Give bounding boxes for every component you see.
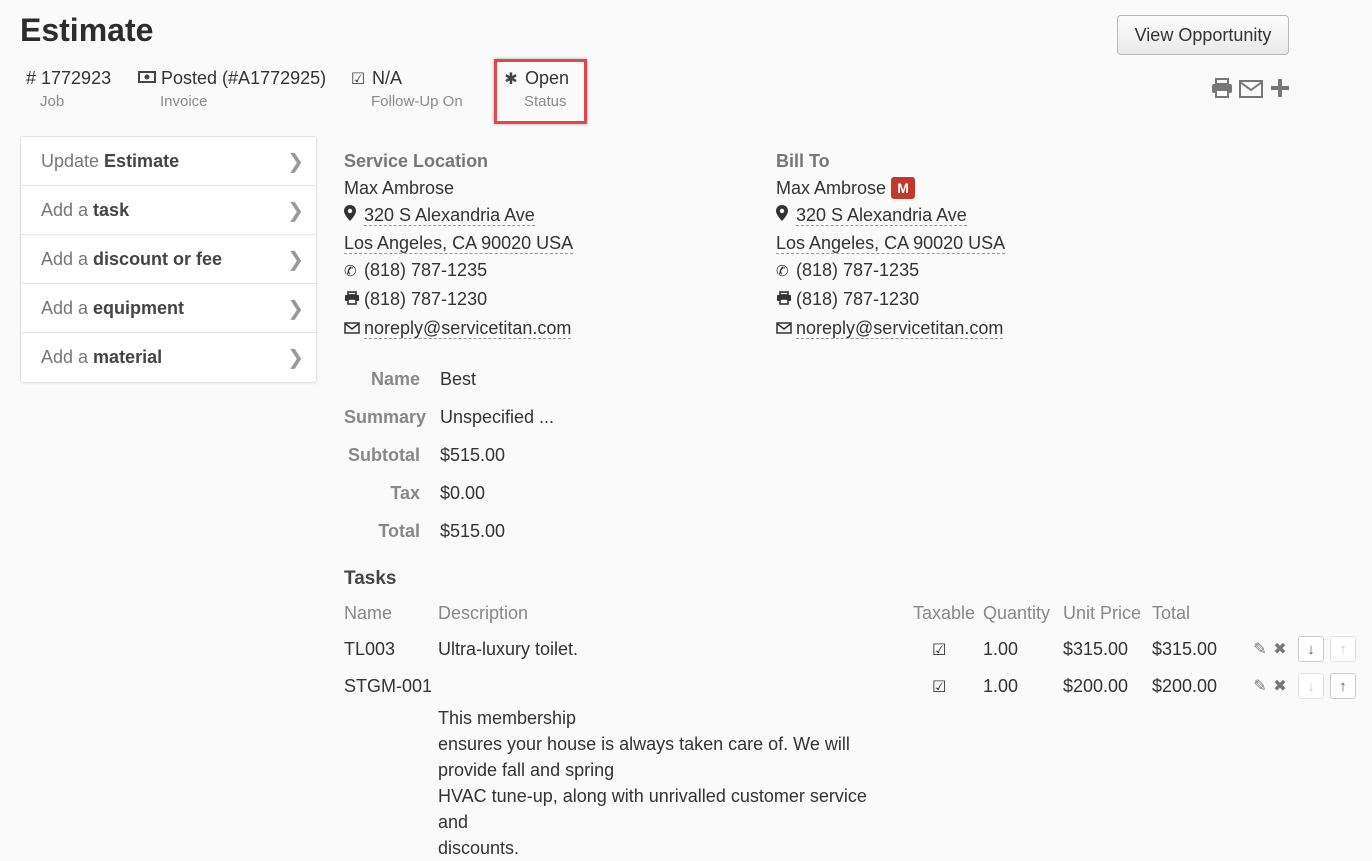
service-phone: (818) 787-1235 [364, 260, 488, 281]
summary-label: Summary [344, 406, 427, 427]
row-actions: ✎ ✖ ↓ ↑ [1252, 673, 1356, 699]
check-square-icon: ☑ [932, 679, 947, 696]
check-square-icon: ☑ [932, 642, 947, 659]
summary-value: Unspecified ... [440, 406, 555, 427]
envelope-icon [344, 317, 364, 344]
bill-to-name: Max Ambrose [776, 177, 887, 198]
bill-city-link[interactable]: Los Angeles, CA 90020 USA [776, 233, 1006, 255]
task-unit-price: $315.00 [1063, 639, 1129, 659]
task-quantity: 1.00 [983, 639, 1019, 659]
arrow-up-icon: ↑ [1339, 640, 1347, 658]
column-header-unit-price: Unit Price [1063, 603, 1142, 623]
task-name: STGM-001 [344, 676, 433, 696]
bill-to-heading: Bill To [776, 151, 830, 171]
tax-label: Tax [390, 482, 420, 503]
column-header-quantity: Quantity [983, 603, 1051, 623]
arrow-down-icon: ↓ [1307, 677, 1315, 695]
member-badge: M [891, 176, 916, 199]
name-value: Best [440, 368, 477, 389]
phone-icon: ✆ [776, 263, 789, 281]
money-icon [138, 70, 156, 89]
tasks-heading: Tasks [344, 568, 397, 589]
move-up-button[interactable]: ↑ [1330, 673, 1356, 699]
service-location: Service Location Max Ambrose 320 S Alexa… [344, 148, 574, 344]
column-header-taxable: Taxable [913, 603, 976, 623]
sidebar-item-add-task[interactable]: Add a task ❯ [21, 186, 316, 235]
job-label: Job [40, 93, 65, 110]
bill-street-link[interactable]: 320 S Alexandria Ave [796, 204, 967, 226]
task-name: TL003 [344, 639, 396, 659]
bill-to: Bill To Max Ambrose M 320 S Alexandria A… [776, 148, 1006, 344]
remove-icon[interactable]: ✖ [1272, 639, 1288, 659]
followup-value[interactable]: N/A [372, 68, 402, 88]
task-description: This membership ensures your house is al… [438, 708, 867, 858]
invoice-label: Invoice [160, 93, 208, 110]
invoice-value[interactable]: Posted (#A1772925) [161, 68, 326, 88]
chevron-right-icon: ❯ [287, 150, 304, 173]
view-opportunity-button[interactable]: View Opportunity [1117, 15, 1289, 55]
row-actions: ✎ ✖ ↓ ↑ [1252, 636, 1356, 662]
arrow-up-icon: ↑ [1339, 677, 1347, 695]
tax-value: $0.00 [440, 482, 486, 503]
service-street-link[interactable]: 320 S Alexandria Ave [364, 204, 535, 226]
map-marker-icon [776, 204, 796, 231]
estimate-summary: Name Best Summary Unspecified ... Subtotal… [344, 360, 554, 550]
status-highlight-box [494, 59, 587, 124]
bill-email-link[interactable]: noreply@servicetitan.com [796, 317, 1004, 339]
service-location-heading: Service Location [344, 151, 489, 171]
sidebar-item-add-discount[interactable]: Add a discount or fee ❯ [21, 235, 316, 284]
subtotal-label: Subtotal [348, 444, 420, 465]
task-quantity: 1.00 [983, 676, 1019, 696]
pencil-icon[interactable]: ✎ [1252, 676, 1268, 696]
chevron-right-icon: ❯ [287, 248, 304, 271]
plus-icon[interactable] [1268, 78, 1292, 104]
page-title: Estimate [20, 12, 154, 48]
sidebar-item-add-material[interactable]: Add a material ❯ [21, 333, 316, 382]
phone-icon: ✆ [344, 263, 357, 281]
column-header-description: Description [438, 603, 529, 623]
total-value: $515.00 [440, 520, 506, 541]
bill-fax: (818) 787-1230 [796, 288, 920, 309]
chevron-right-icon: ❯ [287, 347, 304, 369]
job-meta[interactable]: # 1772923 Job [26, 68, 111, 110]
task-description: Ultra-luxury toilet. [438, 639, 579, 659]
move-down-button[interactable]: ↓ [1298, 636, 1324, 662]
check-square-icon: ☑ [350, 71, 366, 88]
total-label: Total [378, 520, 420, 541]
name-label: Name [370, 368, 420, 389]
move-down-button[interactable]: ↓ [1298, 673, 1324, 699]
map-marker-icon [344, 204, 364, 231]
envelope-icon [776, 317, 796, 344]
service-location-name: Max Ambrose [344, 177, 455, 198]
service-fax: (818) 787-1230 [364, 288, 488, 309]
pencil-icon[interactable]: ✎ [1252, 639, 1268, 659]
fax-icon [776, 288, 796, 315]
fax-icon [344, 288, 364, 315]
column-header-name: Name [344, 603, 393, 623]
task-total: $200.00 [1152, 676, 1218, 696]
sidebar-item-update-estimate[interactable]: Update Estimate ❯ [21, 137, 316, 186]
task-total: $315.00 [1152, 639, 1218, 659]
action-sidebar: Update Estimate ❯ Add a task ❯ Add a dis… [20, 136, 317, 383]
envelope-icon[interactable] [1239, 78, 1263, 104]
chevron-right-icon: ❯ [287, 199, 304, 222]
move-up-button[interactable]: ↑ [1330, 636, 1356, 662]
job-number[interactable]: # 1772923 [26, 68, 111, 89]
sidebar-item-add-equipment[interactable]: Add a equipment ❯ [21, 284, 316, 333]
arrow-down-icon: ↓ [1307, 640, 1315, 658]
subtotal-value: $515.00 [440, 444, 506, 465]
top-actions [1210, 78, 1292, 104]
print-icon[interactable] [1210, 78, 1234, 104]
service-email-link[interactable]: noreply@servicetitan.com [364, 317, 572, 339]
chevron-right-icon: ❯ [287, 297, 304, 320]
bill-phone: (818) 787-1235 [796, 260, 920, 281]
service-city-link[interactable]: Los Angeles, CA 90020 USA [344, 233, 574, 255]
invoice-meta[interactable]: Posted (#A1772925) Invoice [138, 68, 326, 110]
remove-icon[interactable]: ✖ [1272, 676, 1288, 696]
task-unit-price: $200.00 [1063, 676, 1129, 696]
followup-label: Follow-Up On [371, 93, 463, 110]
column-header-total: Total [1152, 603, 1191, 623]
followup-meta[interactable]: ☑ N/A Follow-Up On [349, 68, 463, 110]
